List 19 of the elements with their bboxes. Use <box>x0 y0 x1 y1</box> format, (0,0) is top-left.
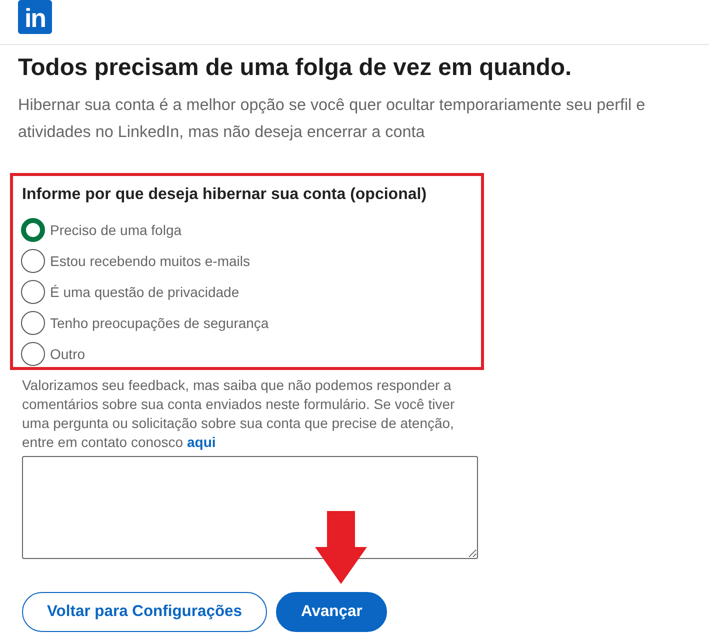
option-label[interactable]: Preciso de uma folga <box>50 220 182 238</box>
page-title: Todos precisam de uma folga de vez em quando. <box>18 53 572 83</box>
option-label[interactable]: Estou recebendo muitos e-mails <box>50 252 250 270</box>
option-label[interactable]: É uma questão de privacidade <box>50 282 240 300</box>
feedback-note: Valorizamos seu feedback, mas saiba que não podemos responder a comentários sobre sua conta enviados neste formulário. Se você tiver uma pergunta ou solicitação sobre sua conta que precise de atenção, entre em contato conosco aqui <box>22 376 456 452</box>
radio-button[interactable] <box>21 280 45 304</box>
option-label[interactable]: Outro <box>50 344 86 362</box>
contact-link[interactable]: aqui <box>187 434 216 450</box>
next-button[interactable]: Avançar <box>276 592 388 632</box>
radio-button[interactable] <box>21 218 45 242</box>
radio-button[interactable] <box>21 310 45 334</box>
comment-field[interactable] <box>22 456 478 559</box>
question-heading: Informe por que deseja hibernar sua conta (opcional) <box>22 185 428 205</box>
back-button[interactable]: Voltar para Configurações <box>22 592 267 632</box>
radio-button[interactable] <box>21 342 45 366</box>
logo[interactable]: in <box>18 0 52 34</box>
description-text: Hibernar sua conta é a melhor opção se você quer ocultar temporariamente seu perfil e atividades no LinkedIn, mas não deseja encerrar a conta <box>18 95 646 143</box>
radio-button[interactable] <box>21 248 45 272</box>
option-label[interactable]: Tenho preocupações de segurança <box>50 314 269 332</box>
